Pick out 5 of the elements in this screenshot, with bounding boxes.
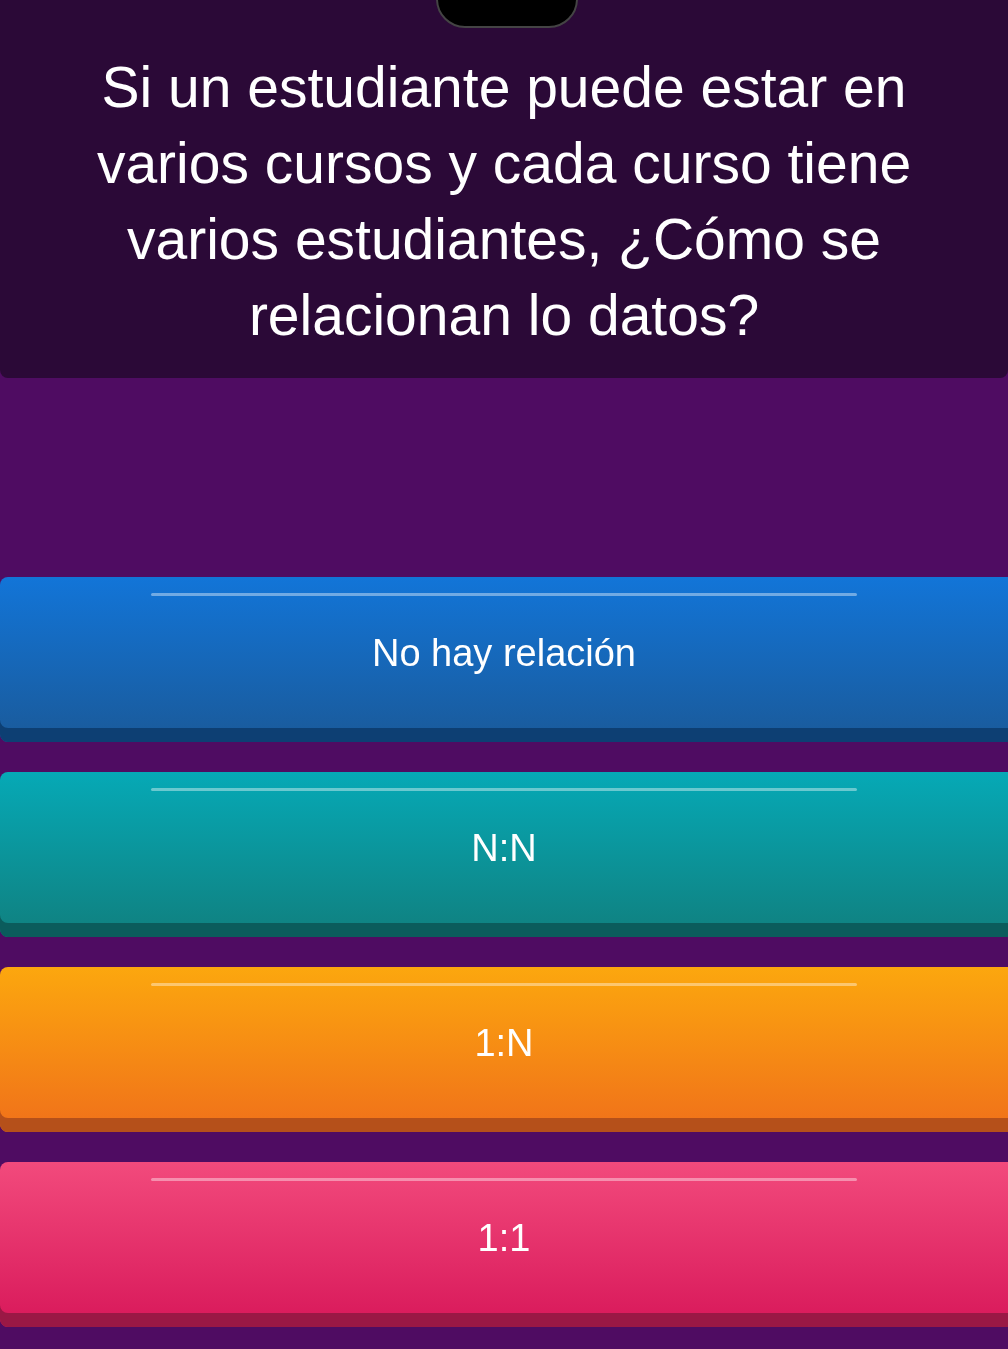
question-text: Si un estudiante puede estar en varios cursos y cada curso tiene varios estudiantes, ¿Cómo se relacionan lo datos? [95, 54, 913, 349]
answer-option[interactable]: 1:1 [0, 1162, 1008, 1327]
answer-option[interactable]: 1:N [0, 967, 1008, 1132]
answer-option[interactable]: No hay relación [0, 577, 1008, 742]
answer-option[interactable]: N:N [0, 772, 1008, 937]
